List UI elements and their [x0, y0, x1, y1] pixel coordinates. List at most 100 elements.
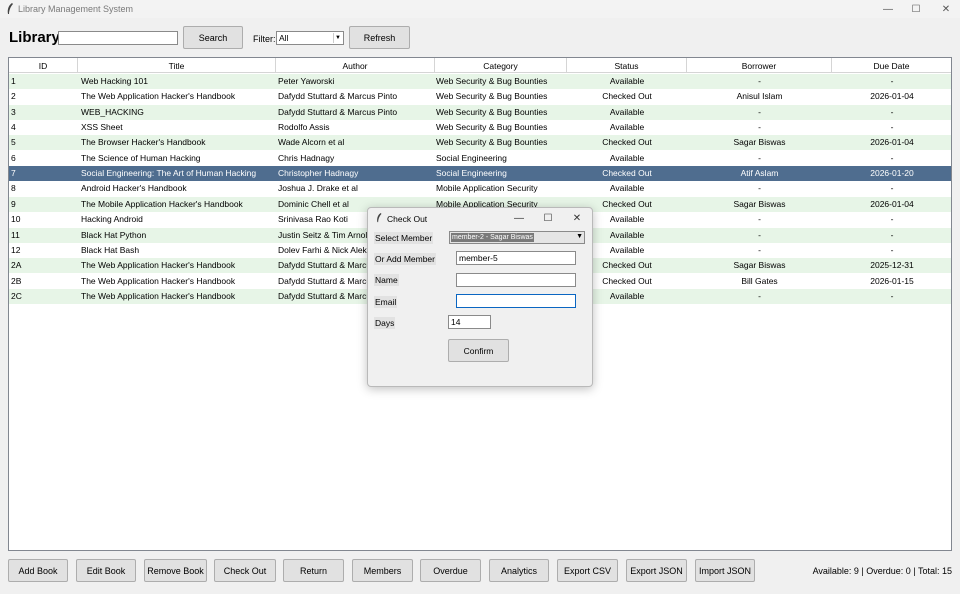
check-out-button[interactable]: Check Out [214, 559, 276, 582]
table-cell: Available [609, 183, 645, 194]
table-cell: Joshua J. Drake et al [278, 183, 358, 194]
table-cell: 6 [11, 152, 16, 163]
table-cell: 8 [11, 183, 16, 194]
close-icon: ✕ [941, 3, 951, 15]
table-cell: 2B [11, 275, 22, 286]
close-button[interactable]: ✕ [930, 0, 960, 18]
table-cell: WEB_HACKING [81, 106, 144, 117]
table-cell: 5 [11, 137, 16, 148]
table-row[interactable]: 6 The Science of Human Hacking Chris Hadna… [9, 150, 951, 166]
table-cell: Android Hacker's Handbook [81, 183, 187, 194]
members-button[interactable]: Members [352, 559, 413, 582]
column-header[interactable]: Author [276, 58, 435, 73]
table-row[interactable]: 8 Android Hacker's Handbook Joshua J. Drak… [9, 181, 951, 197]
overdue-button[interactable]: Overdue [420, 559, 481, 582]
table-cell: Atif Aslam [740, 168, 779, 179]
table-row[interactable]: 4 XSS Sheet Rodolfo Assis Web Security & Bu… [9, 120, 951, 136]
table-cell: Social Engineering [436, 168, 507, 179]
table-row[interactable]: 1 Web Hacking 101 Peter Yaworski Web Securi… [9, 74, 951, 89]
table-cell: Black Hat Bash [81, 244, 140, 255]
search-button[interactable]: Search [183, 26, 243, 49]
table-cell: 7 [11, 168, 16, 179]
dialog-maximize-button[interactable]: ☐ [533, 209, 563, 227]
table-cell: Web Hacking 101 [81, 76, 148, 86]
import-json-button[interactable]: Import JSON [695, 559, 755, 582]
table-row[interactable]: 5 The Browser Hacker's Handbook Wade Alcor… [9, 135, 951, 151]
table-cell: Checked Out [602, 91, 652, 102]
table-cell: 2026-01-15 [870, 275, 914, 286]
table-cell: Dafydd Stuttard & Marcus Pinto [278, 91, 398, 102]
member-id-field[interactable]: member-5 [456, 251, 576, 265]
table-cell: XSS Sheet [81, 122, 123, 133]
table-cell: - [890, 106, 894, 117]
column-header[interactable]: Status [567, 58, 687, 73]
table-cell: The Web Application Hacker's Handbook [81, 290, 236, 301]
search-input[interactable] [58, 31, 178, 45]
email-field[interactable] [456, 294, 576, 308]
remove-book-button[interactable]: Remove Book [144, 559, 207, 582]
export-csv-button[interactable]: Export CSV [557, 559, 618, 582]
table-cell: Sagar Biswas [733, 198, 786, 209]
edit-book-button[interactable]: Edit Book [76, 559, 136, 582]
table-cell: Wade Alcorn et al [278, 137, 345, 148]
table-row[interactable]: 7 Social Engineering: The Art of Human Ha… [9, 166, 951, 182]
table-cell: - [890, 290, 894, 301]
table-cell: Rodolfo Assis [278, 122, 330, 133]
table-cell: 2026-01-20 [870, 168, 914, 179]
table-cell: Available [609, 106, 645, 117]
days-label: Days [374, 317, 396, 329]
refresh-button[interactable]: Refresh [349, 26, 410, 49]
column-header[interactable]: Due Date [832, 58, 951, 73]
member-select[interactable]: member-2 - Sagar Biswas ▼ [449, 231, 585, 244]
table-cell: - [758, 106, 761, 117]
table-cell: The Mobile Application Hacker's Handbook [81, 198, 243, 209]
table-cell: Checked Out [602, 137, 652, 148]
chevron-down-icon: ▼ [333, 33, 342, 43]
table-cell: - [758, 183, 761, 194]
name-field[interactable] [456, 273, 576, 287]
filter-label: Filter: [253, 34, 276, 44]
table-cell: Web Security & Bug Bounties [436, 122, 548, 133]
table-header: ID Title Author Category Status Borrower Due D… [9, 58, 951, 73]
table-cell: - [758, 76, 761, 86]
column-header[interactable]: Borrower [687, 58, 832, 73]
table-cell: - [890, 76, 894, 86]
table-cell: Available [609, 122, 645, 133]
column-header[interactable]: ID [9, 58, 78, 73]
analytics-button[interactable]: Analytics [489, 559, 549, 582]
table-cell: Web Security & Bug Bounties [436, 137, 548, 148]
table-cell: - [758, 214, 761, 225]
days-field[interactable]: 14 [448, 315, 491, 329]
table-cell: The Browser Hacker's Handbook [81, 137, 206, 148]
table-cell: Dafydd Stuttard & Marcus Pinto [278, 106, 398, 117]
maximize-icon: ☐ [543, 212, 553, 224]
table-cell: The Science of Human Hacking [81, 152, 201, 163]
table-row[interactable]: 2 The Web Application Hacker's Handbook Da… [9, 89, 951, 105]
table-cell: - [890, 152, 894, 163]
filter-select[interactable]: All ▼ [276, 31, 344, 45]
table-cell: The Web Application Hacker's Handbook [81, 275, 236, 286]
select-member-label: Select Member [374, 232, 434, 244]
column-header[interactable]: Category [435, 58, 567, 73]
table-cell: - [758, 229, 761, 240]
table-cell: 3 [11, 106, 16, 117]
table-cell: - [890, 229, 894, 240]
dialog-close-button[interactable]: ✕ [562, 209, 592, 227]
export-json-button[interactable]: Export JSON [626, 559, 687, 582]
table-cell: - [890, 244, 894, 255]
table-row[interactable]: 3 WEB_HACKING Dafydd Stuttard & Marcus Pin… [9, 104, 951, 120]
table-cell: 10 [11, 214, 21, 225]
table-cell: Bill Gates [741, 275, 778, 286]
maximize-button[interactable]: ☐ [900, 0, 932, 18]
checkout-dialog: Check Out — ☐ ✕ Select Member member-2 -… [367, 207, 593, 387]
member-select-value: member-2 - Sagar Biswas [451, 233, 534, 242]
table-cell: 9 [11, 198, 16, 209]
dialog-minimize-button[interactable]: — [504, 209, 534, 227]
return-button[interactable]: Return [283, 559, 344, 582]
table-cell: 1 [11, 76, 16, 86]
table-cell: 2026-01-04 [870, 91, 914, 102]
column-header[interactable]: Title [78, 58, 276, 73]
confirm-button[interactable]: Confirm [448, 339, 509, 362]
table-cell: Anisul Islam [736, 91, 783, 102]
add-book-button[interactable]: Add Book [8, 559, 68, 582]
